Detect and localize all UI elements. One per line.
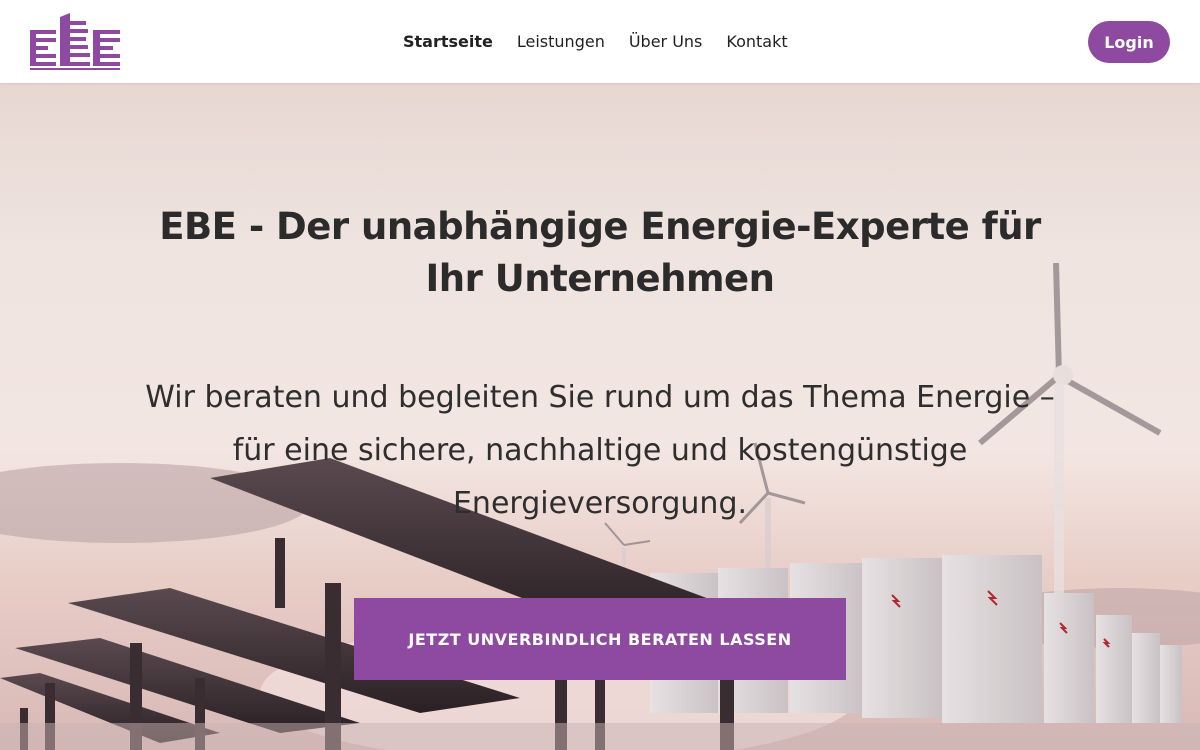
main-nav: Startseite Leistungen Über Uns Kontakt bbox=[403, 0, 788, 83]
nav-item-kontakt[interactable]: Kontakt bbox=[726, 32, 787, 51]
hero-section: EBE - Der unabhängige Energie-Experte fü… bbox=[0, 83, 1200, 750]
site-header: Startseite Leistungen Über Uns Kontakt L… bbox=[0, 0, 1200, 83]
cta-consultation-button[interactable]: JETZT UNVERBINDLICH BERATEN LASSEN bbox=[354, 598, 846, 680]
hero-title: EBE - Der unabhängige Energie-Experte fü… bbox=[159, 205, 1041, 300]
nav-item-startseite[interactable]: Startseite bbox=[403, 32, 493, 51]
nav-item-leistungen[interactable]: Leistungen bbox=[517, 32, 605, 51]
hero-subtitle: Wir beraten und begleiten Sie rund um da… bbox=[145, 380, 1055, 521]
login-button[interactable]: Login bbox=[1088, 21, 1170, 63]
ebe-logo[interactable] bbox=[30, 13, 120, 70]
nav-item-ueber-uns[interactable]: Über Uns bbox=[629, 32, 703, 51]
